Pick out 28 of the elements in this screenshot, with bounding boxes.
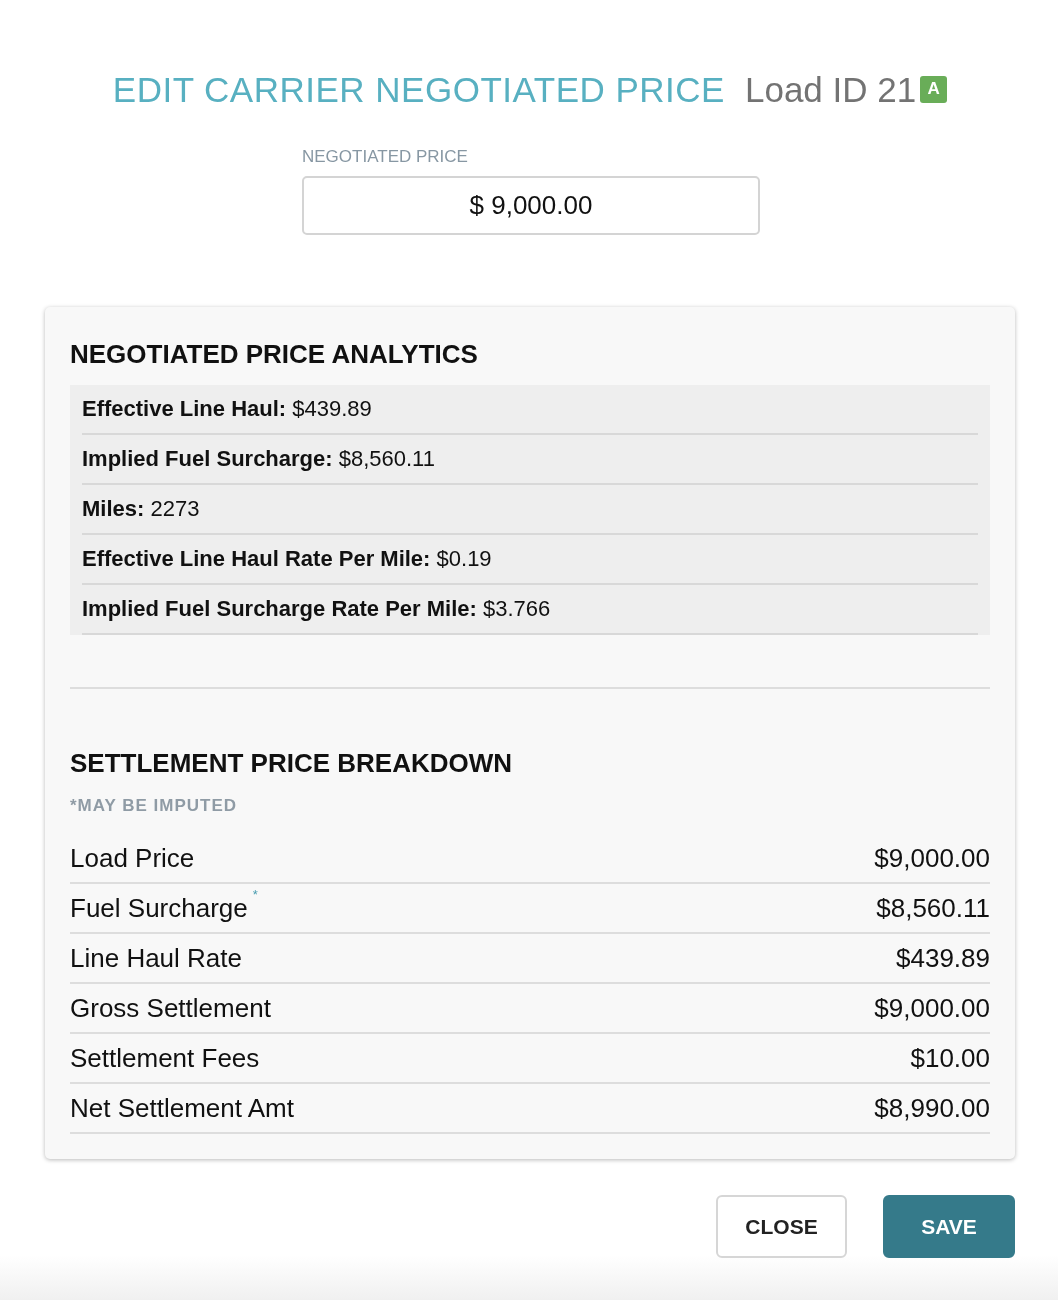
row-value: $8,560.11	[876, 891, 990, 925]
row-label: Net Settlement Amt	[70, 1091, 294, 1125]
footnote-marker: *	[252, 885, 258, 904]
analytics-item: Effective Line Haul: $439.89	[82, 384, 978, 435]
analytics-item: Effective Line Haul Rate Per Mile: $0.19	[82, 534, 978, 585]
row-value: $9,000.00	[874, 841, 990, 875]
row-value: $8,990.00	[874, 1091, 990, 1125]
row-label: Fuel Surcharge	[70, 891, 248, 925]
analytics-item: Implied Fuel Surcharge Rate Per Mile: $3.766	[82, 584, 978, 635]
section-title: SETTLEMENT PRICE BREAKDOWN	[70, 747, 513, 779]
analytics-item: Implied Fuel Surcharge: $8,560.11	[82, 434, 978, 485]
row-label: Load Price	[70, 841, 195, 875]
row-value: $439.89	[896, 941, 990, 975]
row-value: $9,000.00	[874, 991, 990, 1025]
analytics-item: Miles: 2273	[82, 484, 978, 535]
close-button[interactable]: CLOSE	[716, 1195, 847, 1259]
row-value: $10.00	[910, 1041, 990, 1075]
imputed-note: *MAY BE IMPUTED	[70, 794, 238, 817]
save-button[interactable]: SAVE	[883, 1195, 1015, 1259]
dialog-title: EDIT CARRIER NEGOTIATED PRICE	[112, 69, 725, 111]
section-title: NEGOTIATED PRICE ANALYTICS	[70, 338, 479, 370]
load-id: Load ID 21	[744, 69, 917, 111]
field-label: NEGOTIATED PRICE	[302, 146, 468, 168]
status-badge: A	[920, 75, 948, 103]
row-label: Settlement Fees	[70, 1041, 260, 1075]
row-label: Gross Settlement	[70, 991, 271, 1025]
price-input[interactable]: $ 9,000.00	[302, 175, 760, 235]
row-label: Line Haul Rate	[70, 941, 242, 975]
